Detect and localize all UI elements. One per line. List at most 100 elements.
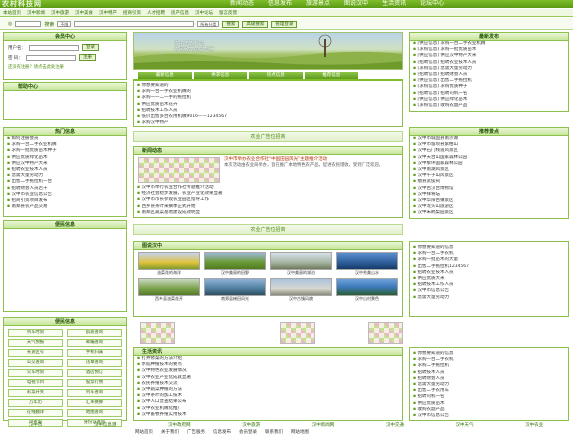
sub-nav-item[interactable]: 汉中新闻 xyxy=(27,10,45,16)
hero-banner: 汉中市农科站 农民致富的好帮手 xyxy=(133,32,403,70)
username-field[interactable] xyxy=(29,44,79,51)
convenience-link[interactable]: 电视节目 xyxy=(8,379,63,387)
convenience-link[interactable]: 违章查询 xyxy=(67,359,122,367)
sub-nav-item[interactable]: 人才招聘 xyxy=(147,10,165,16)
ad-thumbnail[interactable] xyxy=(280,322,315,344)
photo-caption[interactable]: 汉中美丽的湖泊 xyxy=(270,270,332,276)
sub-nav-item[interactable]: 本站首页 xyxy=(3,10,21,16)
convenience-link[interactable]: 邮编查询 xyxy=(67,339,122,347)
top-nav-item[interactable]: 论坛中心 xyxy=(420,0,444,8)
sub-nav-item[interactable]: 招商引资 xyxy=(123,10,141,16)
tab-supply[interactable]: 供求信息 xyxy=(193,72,247,79)
convenience-link[interactable]: 列车查询 xyxy=(67,389,122,397)
partner-link[interactable]: 汉中天气 xyxy=(456,422,474,428)
advanced-search-button[interactable]: 高级搜索 xyxy=(242,20,269,28)
footer-link[interactable]: 广告服务 xyxy=(187,429,205,435)
partner-link[interactable]: 汉中政府网 xyxy=(168,422,191,428)
list-item[interactable]: 汉中畜牧养殖实用技术 xyxy=(134,412,402,418)
partner-link[interactable]: 汉中交通 xyxy=(386,422,404,428)
ad-thumbnail[interactable] xyxy=(368,322,403,344)
gallery-photo[interactable] xyxy=(138,252,200,270)
footer-link[interactable]: 信息发布 xyxy=(213,429,231,435)
photo-caption[interactable]: 汉中古镇风貌 xyxy=(270,296,332,302)
convenience-link[interactable]: 彩票开奖 xyxy=(8,389,63,397)
top-nav-item[interactable]: 生活资讯 xyxy=(382,0,406,8)
ad-thumbnail[interactable] xyxy=(140,322,175,344)
recommend-title: 推荐景点 xyxy=(410,128,568,136)
register-note[interactable]: 还没有注册？请点击此处注册 xyxy=(8,64,122,70)
tab-hot[interactable]: 热点信息 xyxy=(249,72,303,79)
search-button[interactable]: 搜索 xyxy=(222,20,240,28)
list-item[interactable]: 求购汉中特产 xyxy=(134,120,402,126)
tab-latest[interactable]: 最新信息 xyxy=(138,72,192,79)
gallery-photo[interactable] xyxy=(204,252,266,270)
password-field[interactable] xyxy=(25,54,76,61)
footer-link[interactable]: 关于我们 xyxy=(161,429,179,435)
partner-link[interactable]: 汉中市 xyxy=(29,422,43,428)
photo-caption[interactable]: 油菜花的海洋 xyxy=(138,270,200,276)
convenience-link[interactable]: 航班查询 xyxy=(67,329,122,337)
footer-link[interactable]: 网站首页 xyxy=(135,429,153,435)
convenience-link[interactable]: 火车时刻 xyxy=(8,369,63,377)
top-nav-item[interactable]: 图说汉中 xyxy=(344,0,368,8)
list-item[interactable]: 急需大量劳动力 xyxy=(410,295,568,301)
convenience-link[interactable]: 汇率换算 xyxy=(67,399,122,407)
banner-caption-line: 农民致富的好帮手 xyxy=(174,47,215,53)
list-item[interactable]: 汉中市信息公告 xyxy=(410,413,568,419)
keyword-input[interactable] xyxy=(74,21,195,27)
photo-caption[interactable]: 汉中秀美山水 xyxy=(336,270,398,276)
sub-nav-item[interactable]: 房产信息 xyxy=(171,10,189,16)
convenience-link[interactable]: 手机归属 xyxy=(67,349,122,357)
gallery-photo[interactable] xyxy=(336,252,398,270)
sub-nav-item[interactable]: 汉中美食 xyxy=(75,10,93,16)
sub-nav-item[interactable]: 汉中特产 xyxy=(99,10,117,16)
register-button[interactable]: 注册 xyxy=(78,54,96,61)
ad-banner-2[interactable]: 农业广告位招商 xyxy=(133,224,403,235)
partner-link[interactable]: 汉中新闻网 xyxy=(312,422,335,428)
news-thumbnail[interactable] xyxy=(138,157,220,183)
gallery-photo[interactable] xyxy=(204,278,266,296)
gallery-photo[interactable] xyxy=(336,278,398,296)
sub-nav-item[interactable]: 汉中论坛 xyxy=(195,10,213,16)
gallery-photo[interactable] xyxy=(270,252,332,270)
gallery-photo[interactable] xyxy=(270,278,332,296)
partner-link[interactable]: 汉中农业 xyxy=(525,422,543,428)
photo-caption[interactable]: 西乡县油菜花开 xyxy=(138,296,200,302)
list-item[interactable]: 汉中朱鹮梨园景区 xyxy=(410,210,568,216)
photo-caption[interactable]: 南郑县梯田风光 xyxy=(204,296,266,302)
convenience-link[interactable]: 在线翻译 xyxy=(8,409,63,417)
photo-caption[interactable]: 汉中山村景色 xyxy=(336,296,398,302)
convenience-link[interactable]: 公交查询 xyxy=(8,359,63,367)
convenience-link[interactable]: 天气预报 xyxy=(8,339,63,347)
search-input[interactable] xyxy=(15,21,42,27)
top-nav-item[interactable]: 新闻动态 xyxy=(230,0,254,8)
convenience-link[interactable]: 长途区号 xyxy=(8,349,63,357)
convenience-link[interactable]: 万年历 xyxy=(8,399,63,407)
list-item[interactable]: 南郑区蔬菜基地建设成效明显 xyxy=(134,210,402,216)
convenience-link[interactable]: 列车时刻 xyxy=(8,329,63,337)
sub-nav-item[interactable]: 留言反馈 xyxy=(219,10,237,16)
category-select[interactable]: 所有分类 xyxy=(197,21,220,27)
top-nav-item[interactable]: 旅游景点 xyxy=(306,0,330,8)
convenience-link[interactable]: 酒店预订 xyxy=(67,369,122,377)
gallery-photo[interactable] xyxy=(138,278,200,296)
sub-nav-item[interactable]: 汉中旅游 xyxy=(51,10,69,16)
photo-caption[interactable]: 汉中美丽的田野 xyxy=(204,270,266,276)
tab-recommend[interactable]: 推荐信息 xyxy=(304,72,358,79)
list-item[interactable]: 南郑县农产品交易 xyxy=(4,204,126,210)
footer-link[interactable]: 网站地图 xyxy=(291,429,309,435)
ad-banner-1[interactable]: 农业广告位招商 xyxy=(133,131,403,142)
top-nav-item[interactable]: 信息发布 xyxy=(268,0,292,8)
news-panel: 新闻动态 汉中市举办农业合作社"中国田园风光"主题推介活动 本次活动由农业局举办… xyxy=(133,146,403,218)
login-button[interactable]: 登录 xyxy=(82,44,99,51)
list-item[interactable]: [求购信息] 收购农副产品 xyxy=(410,103,568,109)
convenience-link[interactable]: 地图查询 xyxy=(67,409,122,417)
footer-link[interactable]: 联系我们 xyxy=(265,429,283,435)
convenience-link[interactable]: 股票行情 xyxy=(67,379,122,387)
partner-link[interactable]: 汉中信息港 xyxy=(94,422,117,428)
footer-link[interactable]: 会员登录 xyxy=(239,429,257,435)
partner-link[interactable]: 汉中旅游 xyxy=(242,422,260,428)
site-logo[interactable]: 农村科技网 xyxy=(2,0,122,8)
scope-select[interactable]: 不限 xyxy=(57,21,72,27)
admin-login-button[interactable]: 管理登录 xyxy=(271,20,298,28)
